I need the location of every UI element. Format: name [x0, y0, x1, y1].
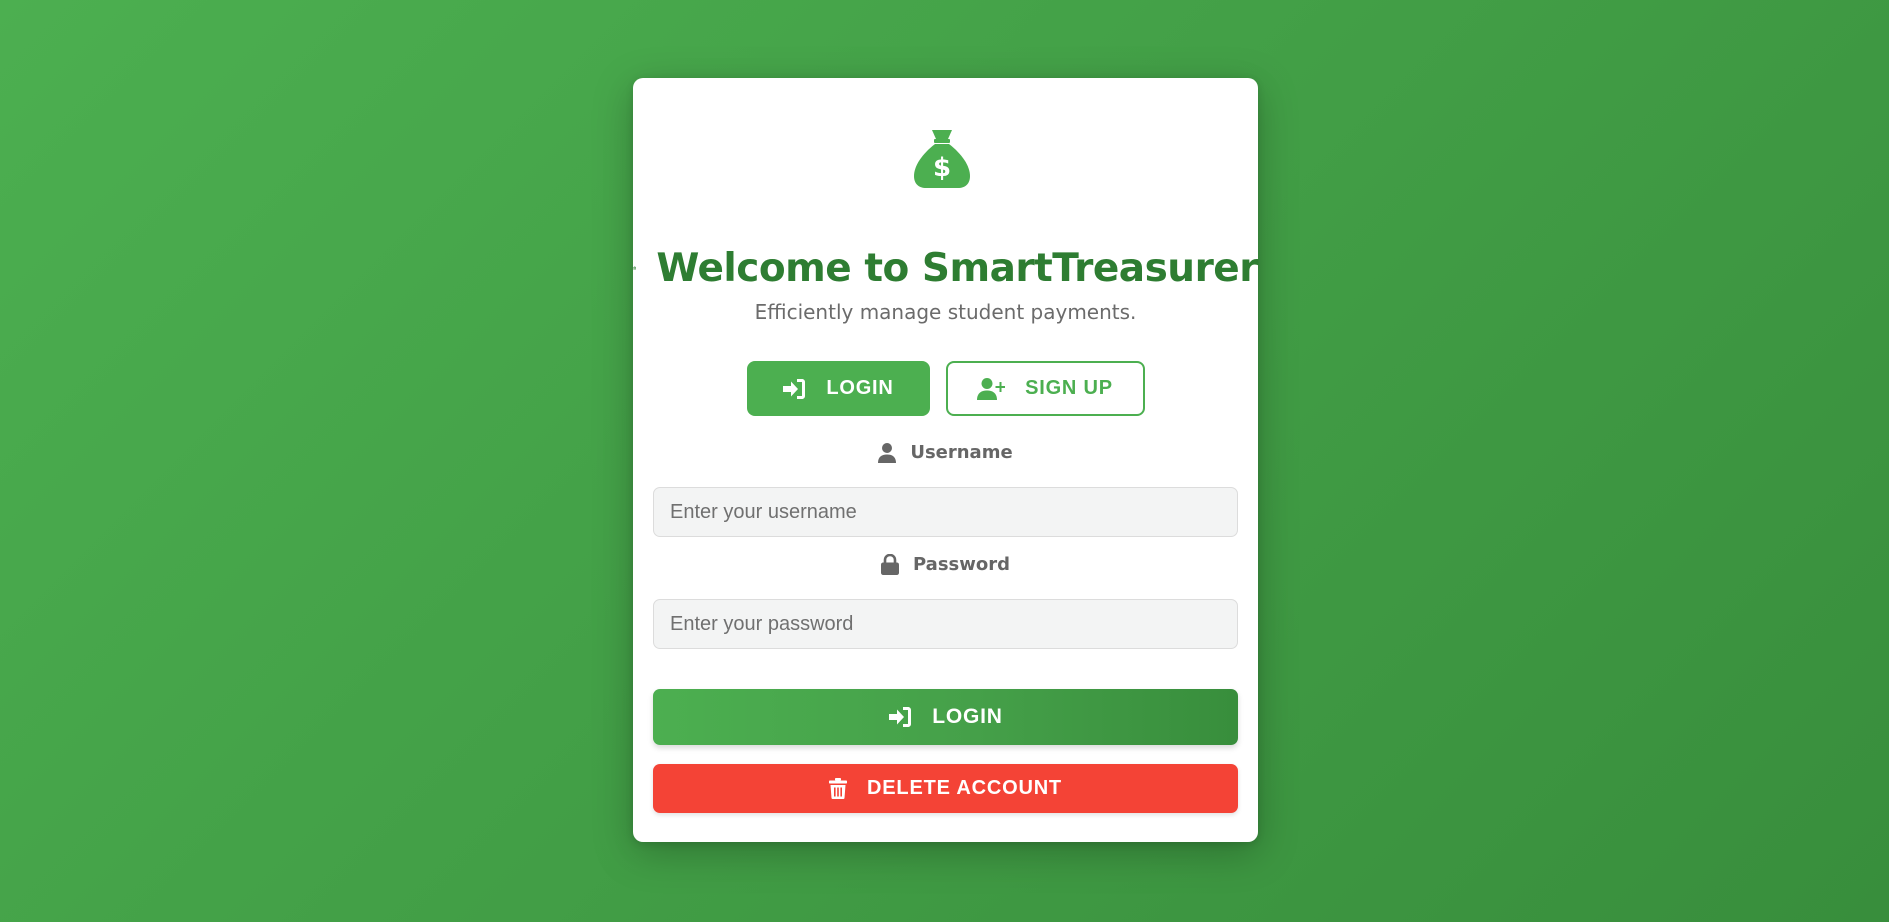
tab-login-label: LOGIN — [826, 377, 894, 399]
lock-icon — [880, 554, 899, 575]
sign-in-icon — [889, 707, 912, 727]
money-bag-icon: $ — [914, 130, 970, 188]
username-label-text: Username — [910, 442, 1013, 463]
tab-signup-label: SIGN UP — [1025, 377, 1113, 399]
sign-in-icon — [783, 378, 806, 399]
auth-tabs: LOGIN SIGN UP — [633, 361, 1258, 416]
tab-login[interactable]: LOGIN — [746, 361, 930, 416]
login-button[interactable]: LOGIN — [653, 689, 1238, 745]
password-label: Password — [633, 554, 1258, 575]
user-icon — [878, 442, 897, 463]
username-label: Username — [633, 442, 1258, 463]
password-label-text: Password — [912, 554, 1011, 575]
tab-signup[interactable]: SIGN UP — [945, 361, 1145, 416]
subtitle: Efficiently manage student payments. — [754, 300, 1137, 324]
delete-account-label: DELETE ACCOUNT — [867, 777, 1062, 799]
title-row: Welcome to SmartTreasurer — [633, 228, 1258, 308]
trash-icon — [829, 778, 848, 799]
svg-text:$: $ — [933, 153, 951, 183]
user-plus-icon — [977, 377, 1006, 400]
password-input[interactable] — [653, 599, 1238, 649]
page-title: Welcome to SmartTreasurer — [656, 245, 1258, 291]
username-input[interactable] — [653, 487, 1238, 537]
login-card: $ Welcome to SmartTreasurer Efficiently … — [633, 78, 1258, 842]
delete-account-button[interactable]: DELETE ACCOUNT — [653, 764, 1238, 813]
login-button-label: LOGIN — [932, 705, 1003, 728]
bank-icon — [633, 266, 637, 270]
